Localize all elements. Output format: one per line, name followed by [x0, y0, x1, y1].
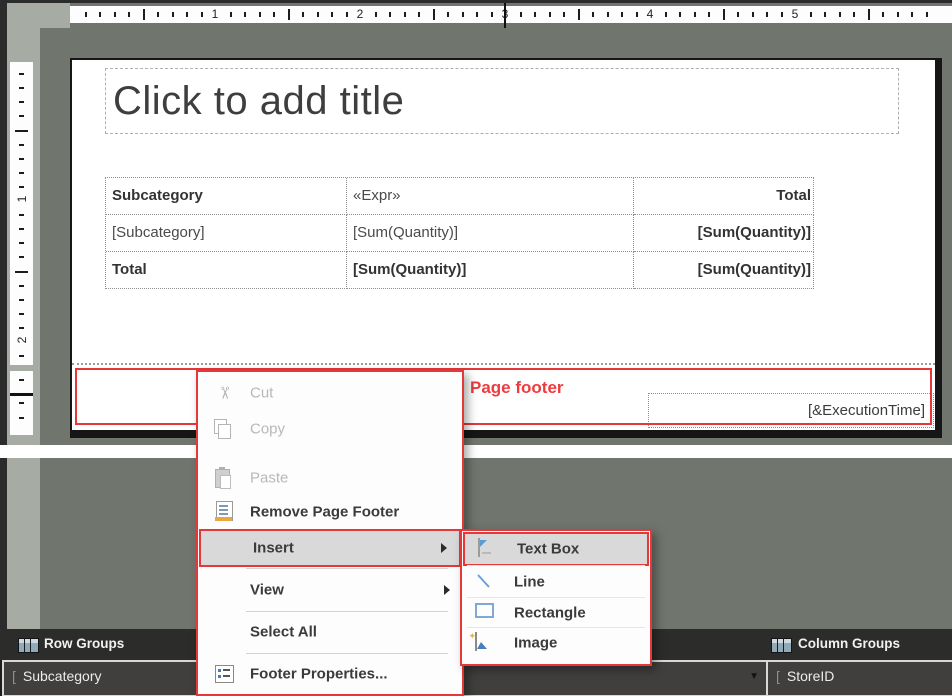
tablix-total-label[interactable]: Total — [106, 252, 347, 289]
menu-item-label: View — [250, 581, 284, 598]
menu-item-footer-properties[interactable]: Footer Properties... — [198, 657, 462, 690]
submenu-item-label: Image — [514, 635, 557, 652]
menu-item-remove-page-footer[interactable]: Remove Page Footer — [198, 496, 462, 528]
menu-item-label: Footer Properties... — [250, 665, 388, 682]
paste-icon — [211, 468, 237, 488]
tablix-total-sum-quantity[interactable]: [Sum(Quantity)] — [347, 252, 634, 289]
menu-item-cut[interactable]: ✂ Cut — [198, 376, 462, 410]
insert-submenu: Text Box Line Rectangle ✦ Image — [460, 529, 652, 666]
ruler-section-gap — [10, 365, 33, 371]
menu-separator — [246, 653, 448, 654]
menu-item-select-all[interactable]: Select All — [198, 615, 462, 648]
menu-item-label: Select All — [250, 623, 317, 640]
left-edge — [0, 0, 7, 696]
group-bracket: [ — [776, 668, 780, 684]
row-groups-title: Row Groups — [44, 636, 124, 651]
ruler-footer-boundary — [10, 393, 33, 396]
page-footer-separator — [72, 363, 935, 365]
tablix-cell-sum-quantity-total[interactable]: [Sum(Quantity)] — [634, 215, 814, 252]
top-edge — [0, 0, 952, 3]
rectangle-icon — [475, 603, 501, 623]
tablix-total-grand[interactable]: [Sum(Quantity)] — [634, 252, 814, 289]
surface-divider-band — [0, 445, 952, 458]
horizontal-ruler: 12345 — [70, 6, 952, 23]
submenu-item-line[interactable]: Line — [462, 566, 650, 597]
submenu-item-text-box[interactable]: Text Box — [463, 532, 649, 566]
submenu-arrow-icon — [444, 585, 450, 595]
tablix: Subcategory «Expr» Total [Subcategory] [… — [105, 177, 814, 289]
cursor-position-line — [504, 3, 506, 28]
column-groups-icon — [771, 638, 792, 653]
menu-separator — [246, 611, 448, 612]
tablix-header-expr[interactable]: «Expr» — [347, 178, 634, 215]
menu-separator — [246, 568, 448, 569]
ruler-corner — [7, 3, 70, 28]
row-groups-icon — [18, 638, 39, 653]
menu-item-label: Copy — [250, 421, 285, 438]
row-group-name: Subcategory — [23, 668, 102, 684]
remove-page-footer-icon — [211, 502, 237, 522]
column-groups-title: Column Groups — [798, 636, 900, 651]
submenu-item-label: Text Box — [517, 541, 579, 558]
tablix-cell-subcategory[interactable]: [Subcategory] — [106, 215, 347, 252]
submenu-item-label: Line — [514, 573, 545, 590]
title-placeholder[interactable]: Click to add title — [105, 68, 899, 134]
chevron-down-icon[interactable]: ▼ — [749, 662, 759, 691]
context-menu: ✂ Cut Copy Paste Remove Page Footer Inse… — [196, 370, 464, 696]
menu-item-copy[interactable]: Copy — [198, 412, 462, 446]
group-bracket: [ — [12, 668, 16, 684]
menu-item-paste[interactable]: Paste — [198, 462, 462, 494]
menu-item-label: Remove Page Footer — [250, 504, 399, 521]
tablix-cell-sum-quantity[interactable]: [Sum(Quantity)] — [347, 215, 634, 252]
menu-item-label: Insert — [253, 540, 294, 557]
image-icon: ✦ — [475, 633, 501, 653]
menu-item-view[interactable]: View — [198, 573, 462, 606]
cut-icon: ✂ — [214, 380, 234, 406]
submenu-item-rectangle[interactable]: Rectangle — [462, 598, 650, 628]
submenu-item-image[interactable]: ✦ Image — [462, 628, 650, 658]
copy-icon — [211, 419, 237, 439]
text-box-icon — [478, 539, 504, 559]
menu-item-label: Paste — [250, 470, 288, 487]
menu-item-label: Cut — [250, 385, 273, 402]
tablix-header-subcategory[interactable]: Subcategory — [106, 178, 347, 215]
tablix-header-total[interactable]: Total — [634, 178, 814, 215]
page-footer-annotation-label: Page footer — [470, 378, 564, 398]
menu-item-insert[interactable]: Insert — [199, 529, 461, 567]
column-group-item-storeid[interactable]: [ StoreID — [766, 660, 952, 696]
footer-properties-icon — [211, 664, 237, 684]
line-icon — [475, 572, 501, 592]
column-group-name: StoreID — [787, 668, 834, 684]
submenu-arrow-icon — [441, 543, 447, 553]
submenu-item-label: Rectangle — [514, 605, 586, 622]
report-designer: 12345 12 Click to add title Subcategory … — [0, 0, 952, 696]
vertical-ruler: 12 — [10, 62, 33, 435]
